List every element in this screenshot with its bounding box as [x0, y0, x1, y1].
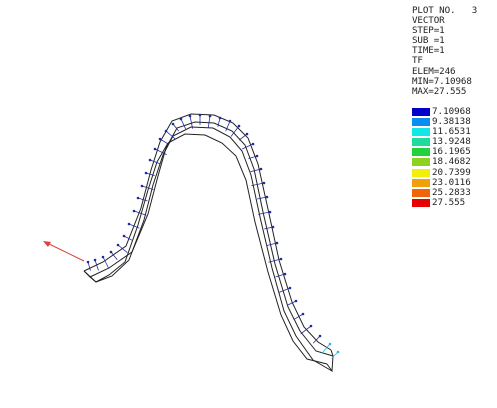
- vector-arrowhead: [275, 241, 279, 245]
- legend-swatch: [412, 158, 430, 167]
- pipe-end-cap: [326, 349, 334, 373]
- vector-arrowhead: [179, 117, 183, 121]
- vector-arrowhead: [237, 124, 241, 128]
- vector-arrowhead: [101, 255, 105, 259]
- vector-arrowhead: [93, 258, 97, 262]
- vector-arrowhead: [132, 209, 136, 213]
- legend-swatch: [412, 168, 430, 177]
- legend-swatch: [412, 188, 430, 197]
- legend-swatch: [412, 148, 430, 157]
- vector-arrowhead: [283, 272, 287, 276]
- maximum-value-label: MAX=27.555: [412, 85, 467, 97]
- vector-arrow: [180, 118, 187, 130]
- vector-arrowhead: [228, 119, 232, 123]
- legend-swatch: [412, 138, 430, 147]
- vector-arrowhead: [188, 114, 192, 118]
- vector-arrowhead: [262, 181, 266, 185]
- triad-x-axis-arrowhead: [43, 241, 51, 247]
- vector-arrowhead: [158, 137, 162, 141]
- pipe-outer-edge: [83, 113, 332, 351]
- vector-arrow: [123, 235, 133, 241]
- vector-arrow: [149, 159, 161, 165]
- pipe-start-cap: [83, 270, 97, 283]
- coordinate-triad: [43, 241, 85, 262]
- legend-swatch: [412, 128, 430, 137]
- vector-arrowhead: [268, 210, 272, 214]
- legend-swatch: [412, 108, 430, 116]
- triad-x-axis-line: [44, 241, 85, 262]
- vector-arrow: [207, 115, 211, 128]
- legend-swatch: [412, 178, 430, 187]
- vector-arrowhead: [251, 142, 255, 146]
- vector-arrowhead: [301, 312, 305, 316]
- vector-arrowhead: [86, 260, 90, 264]
- vector-arrowhead: [245, 132, 249, 136]
- vector-arrowhead: [109, 250, 113, 254]
- legend-swatch: [412, 118, 430, 127]
- time-label: TIME=1: [412, 45, 445, 57]
- vector-arrow: [141, 185, 154, 191]
- vector-arrowhead: [208, 114, 212, 118]
- vector-arrowhead: [336, 350, 340, 354]
- vector-arrowhead: [198, 113, 202, 117]
- vector-arrowhead: [328, 342, 332, 346]
- contour-legend: 7.10968 9.38138 11.6531 13.9248 16.1965 …: [412, 106, 496, 208]
- vector-arrowhead: [259, 167, 263, 171]
- vector-arrowhead: [116, 243, 120, 247]
- vector-arrowhead: [127, 222, 131, 226]
- pipe-inner-edge: [89, 121, 334, 357]
- vector-arrowhead: [153, 147, 157, 151]
- legend-entry: 27.555: [412, 196, 496, 208]
- vector-arrow: [133, 210, 147, 216]
- plot-info-panel: PLOT NO. 3 VECTOR STEP=1 SUB =1 TIME=1 T…: [412, 5, 496, 97]
- vector-arrowhead: [271, 225, 275, 229]
- vector-arrowhead: [136, 196, 140, 200]
- legend-swatch: [412, 198, 430, 207]
- vector-arrowhead: [309, 324, 313, 328]
- vector-arrow: [258, 211, 271, 215]
- vector-arrowhead: [265, 195, 269, 199]
- vector-arrowhead: [288, 286, 292, 290]
- vector-arrowhead: [279, 257, 283, 261]
- vector-arrowhead: [144, 171, 148, 175]
- vector-arrowhead: [164, 129, 168, 133]
- vector-arrow: [238, 133, 248, 141]
- legend-value-label: 27.555: [432, 196, 466, 208]
- vector-arrowhead: [148, 158, 152, 162]
- vector-arrowhead: [218, 116, 222, 120]
- vector-arrowhead: [255, 154, 259, 158]
- vector-arrowhead: [294, 299, 298, 303]
- vector-arrowhead: [318, 334, 322, 338]
- vector-arrowhead: [140, 184, 144, 188]
- vector-arrowhead: [122, 234, 126, 238]
- vector-arrowhead: [171, 122, 175, 126]
- vector-arrow: [159, 138, 169, 145]
- pipe-model: [83, 113, 334, 373]
